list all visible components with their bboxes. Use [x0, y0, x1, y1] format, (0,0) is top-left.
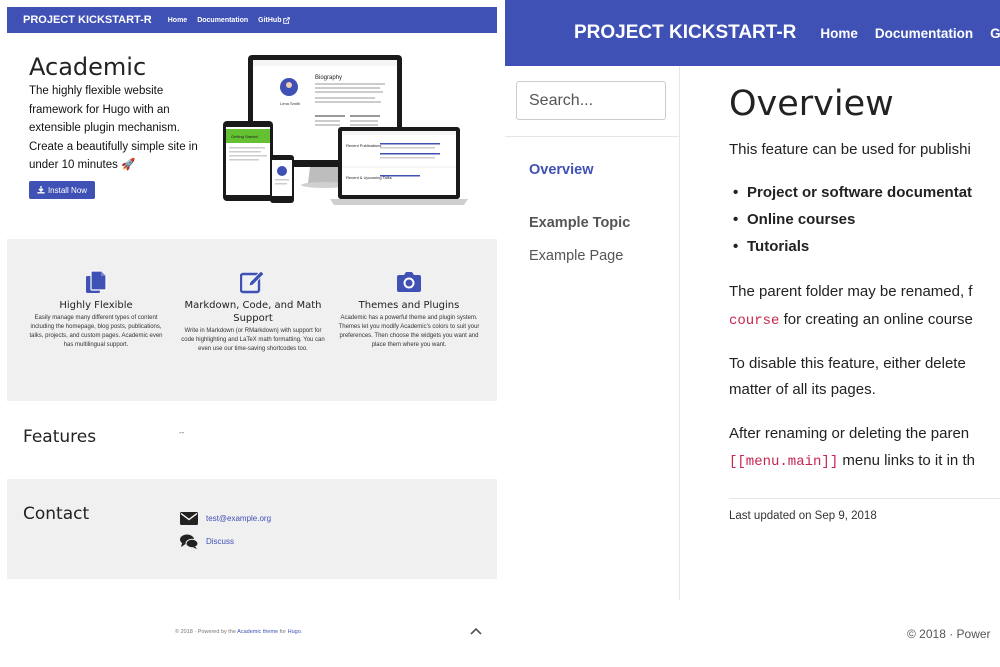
envelope-icon [180, 512, 198, 525]
footer-suffix: . [300, 629, 303, 635]
search-input[interactable]: Search... [516, 81, 666, 120]
docs-content: Overview This feature can be used for pu… [729, 0, 1000, 667]
contact-section [7, 479, 497, 579]
hero-title: Academic [29, 53, 147, 81]
feature-markdown: Markdown, Code, and Math Support Write i… [178, 270, 328, 354]
nav-link-documentation[interactable]: Documentation [197, 17, 248, 24]
paragraph-text: for creating an online course [779, 311, 973, 328]
getting-started-banner: Getting Started [231, 134, 258, 139]
sidebar-item-overview[interactable]: Overview [529, 162, 594, 178]
last-updated: Last updated on Sep 9, 2018 [729, 510, 877, 522]
comments-icon [180, 534, 198, 549]
academic-theme-link[interactable]: Academic theme [237, 629, 278, 635]
install-now-label: Install Now [47, 185, 88, 195]
feature-description: Academic has a powerful theme and plugin… [338, 315, 480, 348]
sidebar-item-example-page[interactable]: Example Page [529, 248, 623, 264]
hero-description: The highly flexible website framework fo… [29, 85, 198, 171]
footer-prefix: © 2018 · Powered by the [175, 629, 238, 635]
feature-title: Highly Flexible [59, 300, 133, 311]
page-title: Overview [729, 84, 894, 124]
bullet-item: Online courses [733, 211, 855, 228]
paragraph-line: [[menu.main]] menu links to it in th [729, 448, 975, 475]
features-placeholder: -- [179, 428, 185, 437]
navbar: PROJECT KICKSTART-R Home Documentation G… [7, 7, 497, 33]
content-divider [729, 498, 1000, 499]
file-copy-icon [86, 270, 107, 293]
install-now-button[interactable]: Install Now [29, 181, 95, 199]
feature-title: Markdown, Code, and Math Support [184, 300, 322, 324]
paragraph-line: To disable this feature, either delete [729, 355, 966, 372]
nav-link-github-label: GitHub [258, 16, 282, 24]
nav-link-home[interactable]: Home [168, 17, 187, 24]
external-link-icon [283, 16, 291, 24]
biography-heading: Biography [315, 75, 342, 81]
contact-email-row[interactable]: test@example.org [180, 512, 271, 525]
recent-publications-heading: Recent Publications [346, 143, 381, 148]
features-heading: Features [23, 427, 97, 447]
footer-middle: for [278, 629, 288, 635]
sidebar-item-example-topic[interactable]: Example Topic [529, 215, 630, 231]
contact-discuss-row[interactable]: Discuss [180, 534, 234, 549]
nav-link-github[interactable]: GitHub [258, 16, 291, 24]
inline-code: course [729, 313, 780, 329]
paragraph-line: After renaming or deleting the paren [729, 425, 970, 442]
contact-heading: Contact [23, 504, 90, 524]
download-icon [37, 186, 45, 194]
intro-paragraph: This feature can be used for publishi [729, 141, 971, 158]
devices-screenshot-image: Lena Smith Biography Recent Publications… [223, 55, 468, 205]
feature-description: Write in Markdown (or RMarkdown) with su… [181, 328, 325, 352]
hugo-link[interactable]: Hugo [288, 629, 301, 635]
footer-text: © 2018 · Powered by the Academic theme f… [175, 629, 302, 635]
docs-sidebar [505, 66, 680, 600]
bullet-item: Project or software documentat [733, 184, 972, 201]
paragraph-text: menu links to it in th [838, 452, 975, 469]
edit-icon [239, 270, 265, 294]
paragraph-line: course for creating an online course [729, 307, 973, 334]
feature-highly-flexible: Highly Flexible Easily manage many diffe… [24, 270, 168, 350]
camera-icon [397, 272, 421, 292]
feature-themes-plugins: Themes and Plugins Academic has a powerf… [336, 270, 482, 350]
paragraph-line: matter of all its pages. [729, 381, 876, 398]
back-to-top-icon[interactable] [470, 626, 482, 636]
feature-title: Themes and Plugins [358, 300, 460, 311]
feature-description: Easily manage many different types of co… [29, 315, 163, 348]
sidebar-divider [505, 136, 680, 137]
contact-email-link[interactable]: test@example.org [206, 514, 271, 523]
navbar-brand[interactable]: PROJECT KICKSTART-R [23, 14, 152, 26]
person-name: Lena Smith [280, 101, 300, 106]
paragraph-line: The parent folder may be renamed, f [729, 283, 973, 300]
inline-code: [[menu.main]] [729, 454, 839, 470]
contact-discuss-link[interactable]: Discuss [206, 537, 234, 546]
docs-footer: © 2018 · Power [907, 627, 991, 641]
documentation-panel: PROJECT KICKSTART-R Home Documentation G… [505, 0, 1000, 667]
bullet-item: Tutorials [733, 238, 809, 255]
academic-homepage-panel: PROJECT KICKSTART-R Home Documentation G… [0, 0, 503, 667]
